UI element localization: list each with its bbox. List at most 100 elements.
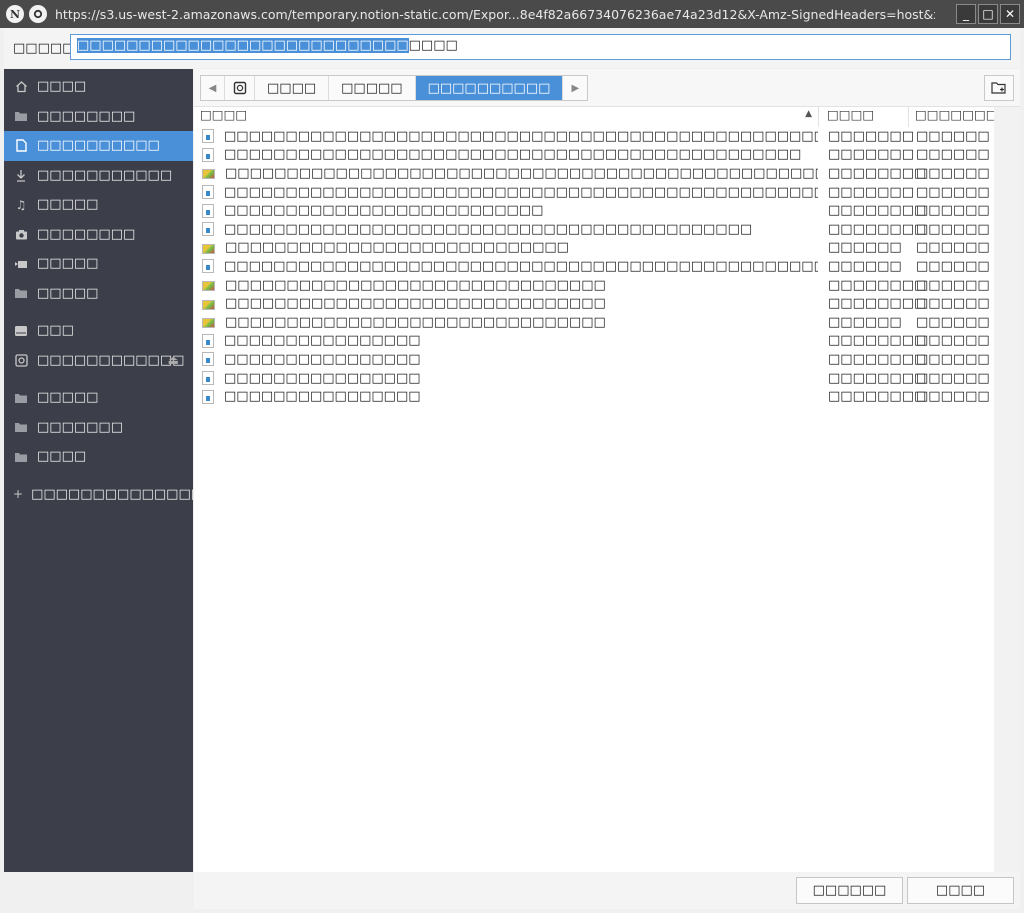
- file-modified: □□□□□□: [916, 370, 990, 386]
- sidebar-item-videos[interactable]: □□□□□: [4, 249, 193, 279]
- file-row[interactable]: □□□□□□□□□□□□□□□□□□□□□□□□□□□□□□□□□□□□□□□□…: [194, 183, 994, 202]
- file-modified: □□□□□□: [916, 147, 990, 163]
- scrollbar[interactable]: [994, 107, 1020, 872]
- sidebar-item-label: □□□□□□□□□□: [37, 138, 160, 154]
- file-name-cell: □□□□□□□□□□□□□□□□□□□□□□□□□□□□□□□□□□□□□□□□…: [194, 259, 818, 274]
- video-icon: [13, 256, 29, 272]
- sidebar-item-home[interactable]: □□□□: [4, 72, 193, 102]
- folder-icon: [13, 449, 29, 465]
- file-size: □□□□□□: [828, 240, 902, 256]
- scroll-left-arrow-icon[interactable]: ◀: [201, 76, 225, 100]
- sidebar-item-label: □□□□□□□□□□□: [37, 167, 173, 183]
- file-row[interactable]: □□□□□□□□□□□□□□□□□□□□□□□□□□□□□□□□□□□□□□□□…: [194, 146, 994, 165]
- file-size: □□□□□□□□: [828, 389, 927, 405]
- column-header-name[interactable]: □□□□ ▲: [194, 107, 818, 127]
- new-folder-button[interactable]: [984, 75, 1014, 101]
- file-modified: □□□□□□: [916, 203, 990, 219]
- window-titlebar: N https://s3.us-west-2.amazonaws.com/tem…: [0, 0, 1024, 28]
- file-row[interactable]: □□□□□□□□□□□□□□□□□□□□□□□□□□□□□□□□□□□□□□□□…: [194, 257, 994, 276]
- file-name: □□□□□□□□□□□□□□□□□□□□□□□□□□□□□□□□□□□□□□□□…: [225, 165, 818, 181]
- filename-bar: □□□□□ □□□□□□□□□□□□□□□□□□□□□□□□□□□□□□□: [4, 28, 1020, 68]
- sidebar-item-label: □□□□: [37, 449, 87, 465]
- file-size: □□□□□□□□: [828, 277, 927, 293]
- file-row[interactable]: □□□□□□□□□□□□□□□□□□□□□□□□□□□□□□□□□□□□□□□□: [194, 239, 994, 258]
- sidebar-item-label: □□□□□□□□: [37, 226, 136, 242]
- document-file-icon: [202, 371, 214, 386]
- file-modified: □□□□□□: [916, 240, 990, 256]
- sidebar-item-desktop[interactable]: □□□□□□□□: [4, 102, 193, 132]
- file-row[interactable]: □□□□□□□□□□□□□□□□□□□□□□□□□□□□□□□□□□□□□□□□…: [194, 276, 994, 295]
- filename-label: □□□□□: [13, 40, 75, 56]
- image-file-icon: [202, 281, 215, 292]
- file-name: □□□□□□□□□□□□□□□□: [224, 389, 421, 405]
- pin-icon[interactable]: [29, 5, 47, 23]
- file-size: □□□□□□□: [828, 147, 914, 163]
- save-button[interactable]: □□□□: [907, 877, 1014, 904]
- file-name: □□□□□□□□□□□□□□□□□□□□□□□□□□□□□□□□□□□□□□□□…: [224, 184, 818, 200]
- sidebar-item-music[interactable]: ♫ □□□□□: [4, 190, 193, 220]
- crumb-drive[interactable]: [225, 76, 255, 100]
- maximize-button[interactable]: □: [978, 4, 998, 24]
- file-modified: □□□□□□: [916, 165, 990, 181]
- file-name: □□□□□□□□□□□□□□□□□□□□□□□□□□□□: [225, 240, 569, 256]
- file-row[interactable]: □□□□□□□□□□□□□□□□ □□□□□□□□ □□□□□□: [194, 332, 994, 351]
- sidebar-item-disk[interactable]: □□□□□□□□□□□□ ⏏: [4, 346, 193, 376]
- file-row[interactable]: □□□□□□□□□□□□□□□□ □□□□□□□□ □□□□□□: [194, 369, 994, 388]
- file-name: □□□□□□□□□□□□□□□□□□□□□□□□□□□□□□□: [225, 314, 606, 330]
- close-button[interactable]: ✕: [1000, 4, 1020, 24]
- file-row[interactable]: □□□□□□□□□□□□□□□□□□□□□□□□□□□□□□□□□□□□□□□□…: [194, 220, 994, 239]
- document-file-icon: [202, 203, 214, 218]
- file-list: □□□□ ▲ □□□□ □□□□□□□□ □□□□□□□□□□□□□□□□□□□…: [194, 107, 1009, 872]
- places-sidebar: □□□□ □□□□□□□□ □□□□□□□□□□ □□□□□□□□□□□ ♫ □…: [4, 69, 215, 872]
- sidebar-item-label: □□□□□: [37, 285, 99, 301]
- sidebar-item-other-locations[interactable]: + □□□□□□□□□□□□□□□: [4, 480, 215, 510]
- eject-icon[interactable]: ⏏: [168, 353, 179, 367]
- sidebar-item-bookmark-2[interactable]: □□□□□□□: [4, 413, 193, 443]
- column-name-label: □□□□: [200, 107, 248, 122]
- file-name: □□□□□□□□□□□□□□□□: [224, 333, 421, 349]
- document-file-icon: [202, 222, 214, 237]
- filename-input[interactable]: □□□□□□□□□□□□□□□□□□□□□□□□□□□□□□□: [70, 34, 1011, 60]
- file-row[interactable]: □□□□□□□□□□□□□□□□□□□□□□□□□□□□□□□□□□□□□□□□…: [194, 313, 994, 332]
- document-file-icon: [202, 147, 214, 162]
- sidebar-item-label: □□□□□: [37, 256, 99, 272]
- crumb-current[interactable]: □□□□□□□□□□: [415, 76, 564, 100]
- sidebar-item-downloads[interactable]: □□□□□□□□□□□: [4, 161, 193, 191]
- download-icon: [13, 167, 29, 183]
- file-list-header: □□□□ ▲ □□□□ □□□□□□□□: [194, 107, 1009, 127]
- column-header-modified[interactable]: □□□□□□□□: [908, 107, 1009, 127]
- file-size: □□□□□□□□: [828, 221, 927, 237]
- document-file-icon: [202, 259, 214, 274]
- column-header-size[interactable]: □□□□: [818, 107, 908, 127]
- file-row[interactable]: □□□□□□□□□□□□□□□□□□□□□□□□□□□□□□□□□□□□□□□□…: [194, 294, 994, 313]
- file-modified: □□□□□□: [916, 258, 990, 274]
- sidebar-item-bookmark-3[interactable]: □□□□: [4, 442, 193, 472]
- cancel-button[interactable]: □□□□□□: [796, 877, 903, 904]
- file-row[interactable]: □□□□□□□□□□□□□□□□□□□□□□□□□□□□□□□□□□□□□□□□: [194, 201, 994, 220]
- file-row[interactable]: □□□□□□□□□□□□□□□□ □□□□□□□□ □□□□□□: [194, 387, 994, 406]
- file-name: □□□□□□□□□□□□□□□□□□□□□□□□□□: [224, 203, 544, 219]
- file-row[interactable]: □□□□□□□□□□□□□□□□□□□□□□□□□□□□□□□□□□□□□□□□…: [194, 164, 994, 183]
- file-name: □□□□□□□□□□□□□□□□□□□□□□□□□□□□□□□□□□□□□□□□…: [224, 147, 802, 163]
- sidebar-item-drive[interactable]: □□□: [4, 316, 193, 346]
- sidebar-item-folder[interactable]: □□□□□: [4, 279, 193, 309]
- file-size: □□□□□□□□: [828, 351, 927, 367]
- crumb-1[interactable]: □□□□: [255, 76, 330, 100]
- sort-ascending-icon: ▲: [805, 109, 812, 119]
- file-size: □□□□□□□□: [828, 333, 927, 349]
- file-row[interactable]: □□□□□□□□□□□□□□□□ □□□□□□□□ □□□□□□: [194, 350, 994, 369]
- sidebar-item-bookmark-1[interactable]: □□□□□: [4, 383, 193, 413]
- file-size: □□□□□□□: [828, 128, 914, 144]
- sidebar-item-documents[interactable]: □□□□□□□□□□: [4, 131, 193, 161]
- file-size: □□□□□□: [828, 314, 902, 330]
- file-modified: □□□□□□: [916, 221, 990, 237]
- scroll-right-arrow-icon[interactable]: ▶: [563, 76, 587, 100]
- minimize-button[interactable]: _: [956, 4, 976, 24]
- file-size: □□□□□□□□: [828, 165, 927, 181]
- image-file-icon: [202, 243, 215, 254]
- sidebar-item-pictures[interactable]: □□□□□□□□: [4, 220, 193, 250]
- window-title: https://s3.us-west-2.amazonaws.com/tempo…: [55, 6, 935, 22]
- crumb-2[interactable]: □□□□□: [329, 76, 416, 100]
- disk-icon: [13, 352, 29, 368]
- file-row[interactable]: □□□□□□□□□□□□□□□□□□□□□□□□□□□□□□□□□□□□□□□□…: [194, 127, 994, 146]
